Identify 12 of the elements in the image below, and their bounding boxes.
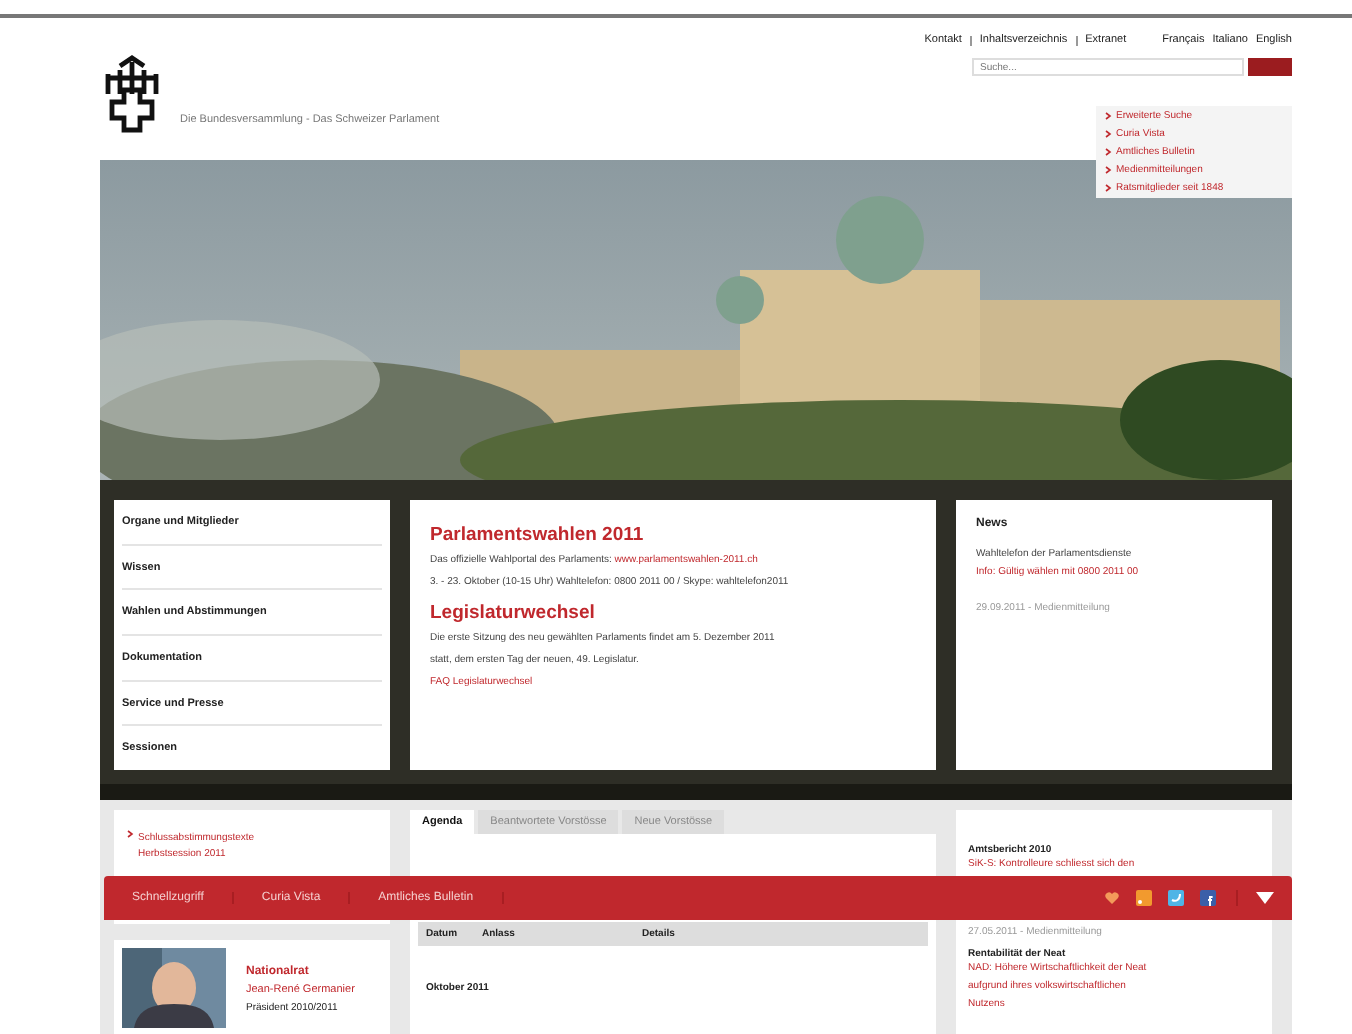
chevron-icon [1104, 166, 1112, 174]
heart-icon[interactable] [1104, 890, 1120, 906]
chevron-icon [1104, 184, 1112, 192]
caret-icon[interactable] [1256, 892, 1274, 904]
feature-title: Parlamentswahlen 2011 [430, 524, 646, 546]
feature-title: Legislaturwechsel [430, 602, 597, 624]
chevron-icon [126, 830, 134, 838]
facebook-icon[interactable] [1200, 890, 1216, 906]
chevron-icon [1104, 130, 1112, 138]
chevron-icon [1104, 112, 1112, 120]
chevron-icon [1104, 148, 1112, 156]
rss-icon[interactable] [1136, 890, 1152, 906]
